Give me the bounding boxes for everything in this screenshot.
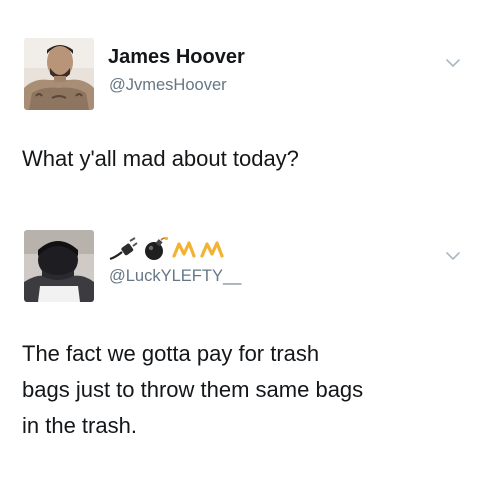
chevron-down-icon[interactable] xyxy=(446,58,460,68)
username-handle[interactable]: @LuckYLEFTY__ xyxy=(109,267,241,286)
display-name[interactable] xyxy=(108,236,224,262)
tweet: @LuckYLEFTY__ The fact we gotta pay for … xyxy=(0,200,482,479)
profile-photo xyxy=(24,230,94,302)
tweet-text-line: What y'all mad about today? xyxy=(22,146,299,171)
tweet-text: The fact we gotta pay for trash bags jus… xyxy=(22,336,467,444)
display-name[interactable]: James Hoover xyxy=(108,46,245,69)
profile-photo xyxy=(24,38,94,110)
signature-m-icon xyxy=(200,241,224,258)
bomb-icon xyxy=(145,236,168,260)
tweet: James Hoover @JvmesHoover What y'all mad… xyxy=(0,0,482,200)
tweet-text-line: in the trash. xyxy=(22,413,137,438)
tweet-text-line: bags just to throw them same bags xyxy=(22,377,364,402)
tweet-text: What y'all mad about today? xyxy=(22,141,467,177)
signature-m-icon xyxy=(172,241,196,258)
avatar[interactable] xyxy=(24,38,94,110)
tweet-text-line: The fact we gotta pay for trash xyxy=(22,341,320,366)
username-handle[interactable]: @JvmesHoover xyxy=(109,76,227,95)
electric-plug-icon xyxy=(109,237,138,261)
chevron-down-icon[interactable] xyxy=(446,251,460,261)
avatar[interactable] xyxy=(24,230,94,302)
